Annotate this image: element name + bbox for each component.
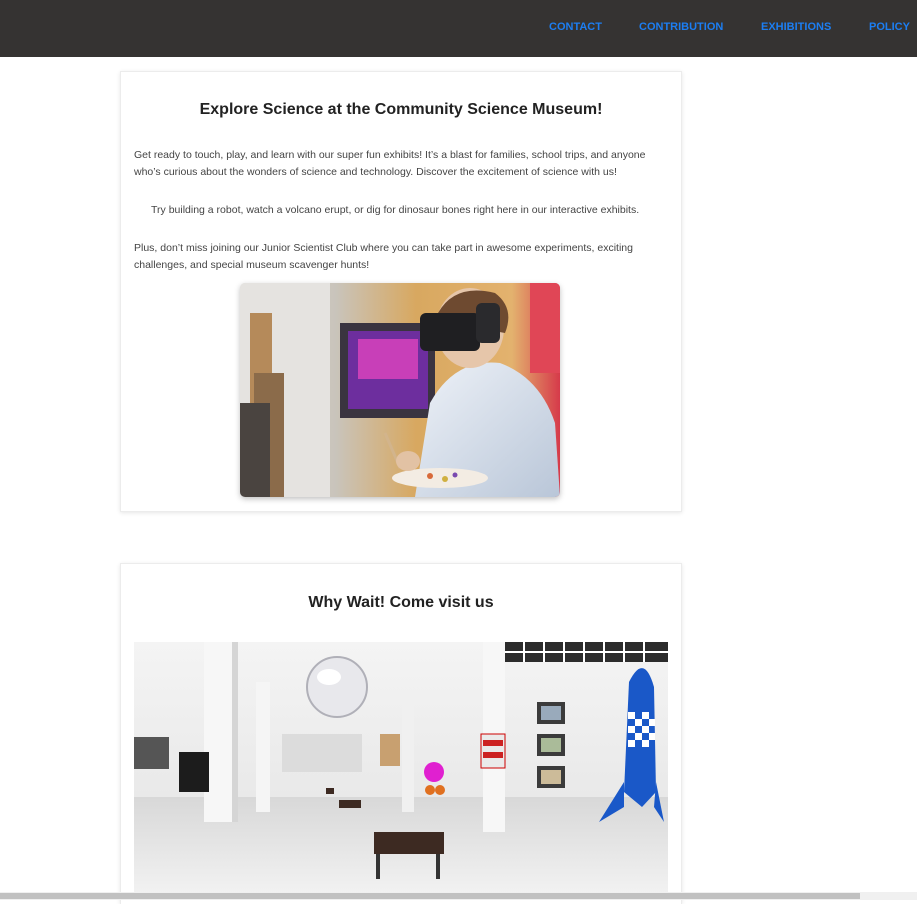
- intro-paragraph-2: Try building a robot, watch a volcano er…: [151, 204, 640, 216]
- intro-card: Explore Science at the Community Science…: [120, 71, 682, 512]
- nav-link-contribution[interactable]: CONTRIBUTION: [639, 21, 723, 33]
- vr-student-photo: [240, 283, 560, 497]
- visit-title: Why Wait! Come visit us: [308, 594, 494, 611]
- horizontal-scrollbar[interactable]: [0, 892, 917, 900]
- top-navigation-bar: CONTACT CONTRIBUTION EXHIBITIONS POLICY: [0, 0, 917, 57]
- nav-link-contact[interactable]: CONTACT: [549, 21, 602, 33]
- intro-paragraph-3: Plus, don’t miss joining our Junior Scie…: [134, 242, 633, 271]
- museum-gallery-photo: [134, 642, 668, 894]
- nav-link-exhibitions[interactable]: EXHIBITIONS: [761, 21, 831, 33]
- visit-card: Why Wait! Come visit us: [120, 563, 682, 904]
- scrollbar-thumb[interactable]: [0, 893, 860, 899]
- nav-link-policy[interactable]: POLICY: [869, 21, 910, 33]
- intro-paragraph-1: Get ready to touch, play, and learn with…: [134, 149, 646, 178]
- intro-title: Explore Science at the Community Science…: [199, 101, 603, 118]
